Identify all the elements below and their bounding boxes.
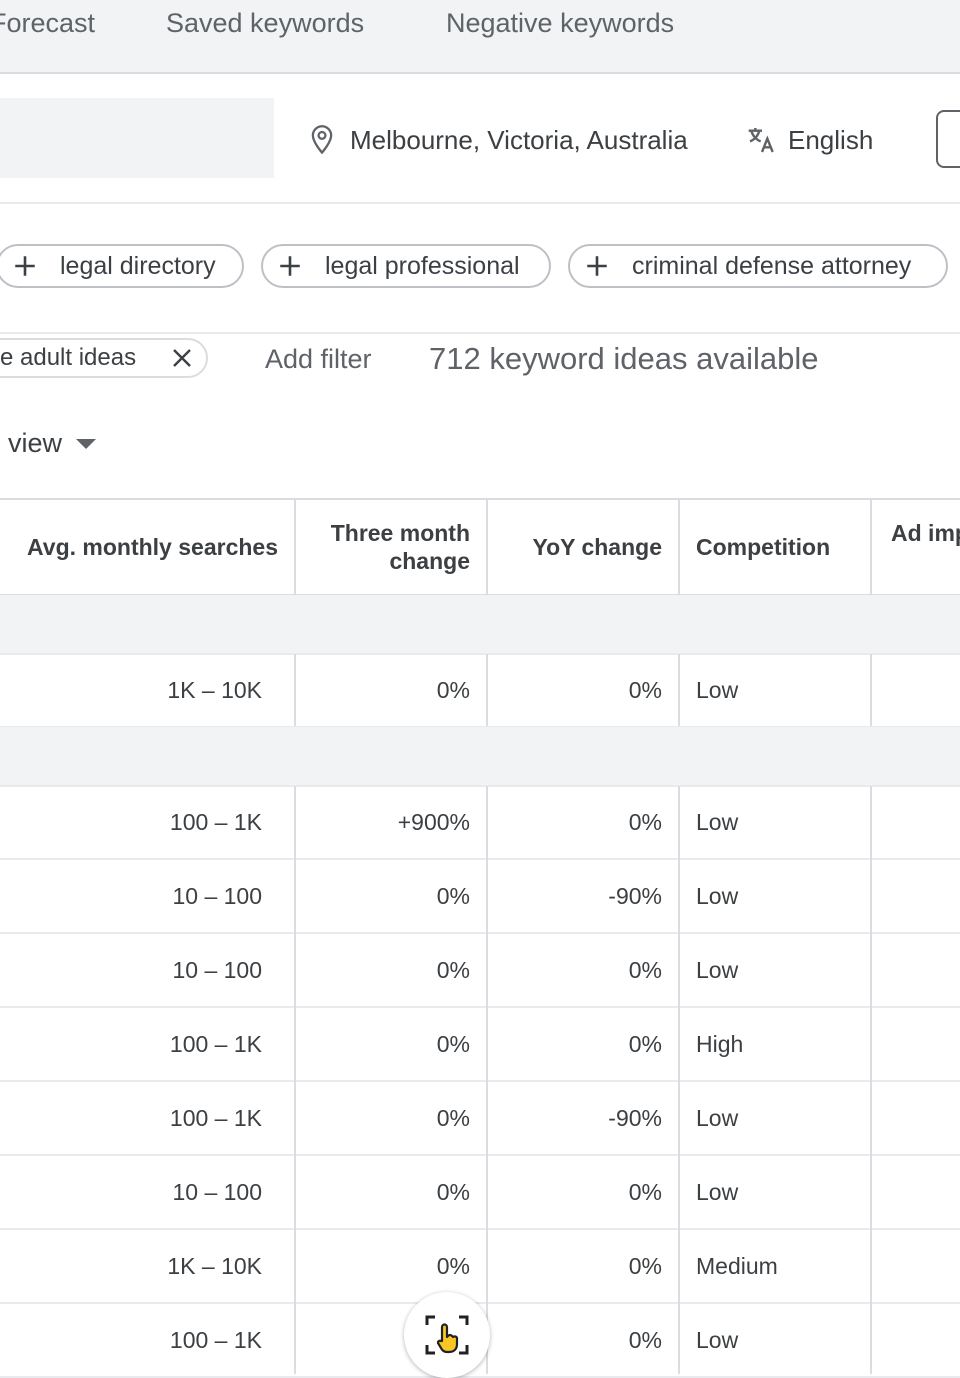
- cell-competition: Low: [696, 1178, 739, 1205]
- tab-saved-keywords[interactable]: Saved keywords: [166, 8, 364, 39]
- refine-suggestions: legal directory legal professional crimi…: [0, 204, 960, 334]
- plus-icon: [280, 256, 300, 276]
- column-divider: [294, 786, 296, 1374]
- cell-three-month-change: 0%: [436, 676, 470, 703]
- cell-competition: Low: [696, 882, 739, 909]
- chip-legal-directory[interactable]: legal directory: [0, 244, 244, 288]
- cell-three-month-change: +900%: [397, 808, 470, 835]
- filter-label: e adult ideas: [0, 344, 137, 371]
- column-divider: [870, 498, 872, 594]
- tab-forecast[interactable]: Forecast: [0, 8, 95, 39]
- cell-yoy-change: 0%: [628, 808, 662, 835]
- group-header-row: [0, 595, 960, 655]
- column-divider: [486, 654, 488, 726]
- cell-avg-monthly-searches: 10 – 100: [172, 956, 262, 983]
- cell-yoy-change: -90%: [608, 882, 662, 909]
- cell-competition: Medium: [696, 1252, 778, 1279]
- language-label: English: [788, 124, 874, 155]
- cell-avg-monthly-searches: 10 – 100: [172, 882, 262, 909]
- targeting-bar: Melbourne, Victoria, Australia English: [0, 74, 960, 204]
- table-row[interactable]: 100 – 1K 0% 0% High: [0, 1008, 960, 1082]
- cell-three-month-change: 0%: [436, 1178, 470, 1205]
- chip-legal-professional[interactable]: legal professional: [261, 244, 551, 288]
- cell-yoy-change: 0%: [628, 956, 662, 983]
- cell-three-month-change: 0%: [436, 1104, 470, 1131]
- column-divider: [678, 498, 680, 594]
- cell-avg-monthly-searches: 100 – 1K: [169, 808, 262, 835]
- screen-capture-button[interactable]: [404, 1292, 490, 1378]
- cell-competition: High: [696, 1030, 744, 1057]
- column-divider: [870, 654, 872, 726]
- cell-avg-monthly-searches: 100 – 1K: [169, 1326, 262, 1353]
- table-row[interactable]: 10 – 100 0% -90% Low: [0, 860, 960, 934]
- table-row[interactable]: 100 – 1K 0% -90% Low: [0, 1082, 960, 1156]
- screen-capture-hand-icon: [425, 1315, 469, 1355]
- chip-label: legal directory: [60, 251, 216, 280]
- column-divider: [486, 498, 488, 594]
- chip-criminal-defense-attorney[interactable]: criminal defense attorney: [568, 244, 948, 288]
- cell-avg-monthly-searches: 10 – 100: [172, 1178, 262, 1205]
- plus-icon: [587, 256, 607, 276]
- tool-tabs: Forecast Saved keywords Negative keyword…: [0, 0, 960, 74]
- action-button[interactable]: [936, 110, 960, 168]
- cell-competition: Low: [696, 956, 739, 983]
- column-divider: [294, 654, 296, 726]
- cell-competition: Low: [696, 1326, 739, 1353]
- column-divider: [486, 786, 488, 1374]
- group-header-row: [0, 727, 960, 787]
- cell-competition: Low: [696, 676, 739, 703]
- cell-avg-monthly-searches: 100 – 1K: [169, 1030, 262, 1057]
- chip-label: legal professional: [325, 251, 520, 280]
- cell-yoy-change: -90%: [608, 1104, 662, 1131]
- column-divider: [870, 786, 872, 1374]
- column-divider: [294, 498, 296, 594]
- table-row[interactable]: 10 – 100 0% 0% Low: [0, 1156, 960, 1230]
- active-filter-chip[interactable]: e adult ideas: [0, 338, 208, 378]
- cell-yoy-change: 0%: [628, 1252, 662, 1279]
- language-selector[interactable]: English: [746, 120, 873, 160]
- cell-avg-monthly-searches: 1K – 10K: [167, 676, 262, 703]
- view-dropdown[interactable]: view: [8, 428, 97, 459]
- location-selector[interactable]: Melbourne, Victoria, Australia: [308, 120, 688, 160]
- header-three-month-change[interactable]: Three month change: [300, 500, 470, 594]
- location-pin-icon: [311, 125, 333, 155]
- chip-label: criminal defense attorney: [632, 251, 912, 280]
- keyword-search-input[interactable]: [0, 98, 274, 178]
- add-filter-button[interactable]: Add filter: [265, 344, 372, 375]
- cell-avg-monthly-searches: 100 – 1K: [169, 1104, 262, 1131]
- header-competition[interactable]: Competition: [696, 500, 866, 594]
- translate-icon: [748, 128, 774, 153]
- table-row[interactable]: 1K – 10K 0% 0% Medium: [0, 1230, 960, 1304]
- location-label: Melbourne, Victoria, Australia: [350, 124, 688, 155]
- cell-three-month-change: 0%: [436, 956, 470, 983]
- cell-three-month-change: 0%: [436, 1030, 470, 1057]
- keyword-ideas-count: 712 keyword ideas available: [429, 341, 819, 376]
- header-yoy-change[interactable]: YoY change: [490, 500, 662, 594]
- cell-competition: Low: [696, 1104, 739, 1131]
- view-label: view: [8, 428, 63, 458]
- header-ad-impression-share[interactable]: Ad imp: [891, 500, 960, 594]
- column-divider: [678, 786, 680, 1374]
- table-row[interactable]: 100 – 1K +900% 0% Low: [0, 786, 960, 860]
- caret-down-icon: [76, 438, 97, 449]
- cell-avg-monthly-searches: 1K – 10K: [167, 1252, 262, 1279]
- cell-three-month-change: 0%: [436, 882, 470, 909]
- header-avg-monthly-searches[interactable]: Avg. monthly searches: [0, 500, 278, 594]
- cell-yoy-change: 0%: [628, 676, 662, 703]
- cell-yoy-change: 0%: [628, 1326, 662, 1353]
- cell-yoy-change: 0%: [628, 1030, 662, 1057]
- tab-negative-keywords[interactable]: Negative keywords: [446, 8, 674, 39]
- table-header: Avg. monthly searches Three month change…: [0, 498, 960, 597]
- close-icon[interactable]: [170, 346, 194, 370]
- plus-icon: [15, 256, 35, 276]
- table-row[interactable]: 10 – 100 0% 0% Low: [0, 934, 960, 1008]
- cell-competition: Low: [696, 808, 739, 835]
- column-divider: [678, 654, 680, 726]
- table-row[interactable]: 1K – 10K 0% 0% Low: [0, 654, 960, 728]
- cell-yoy-change: 0%: [628, 1178, 662, 1205]
